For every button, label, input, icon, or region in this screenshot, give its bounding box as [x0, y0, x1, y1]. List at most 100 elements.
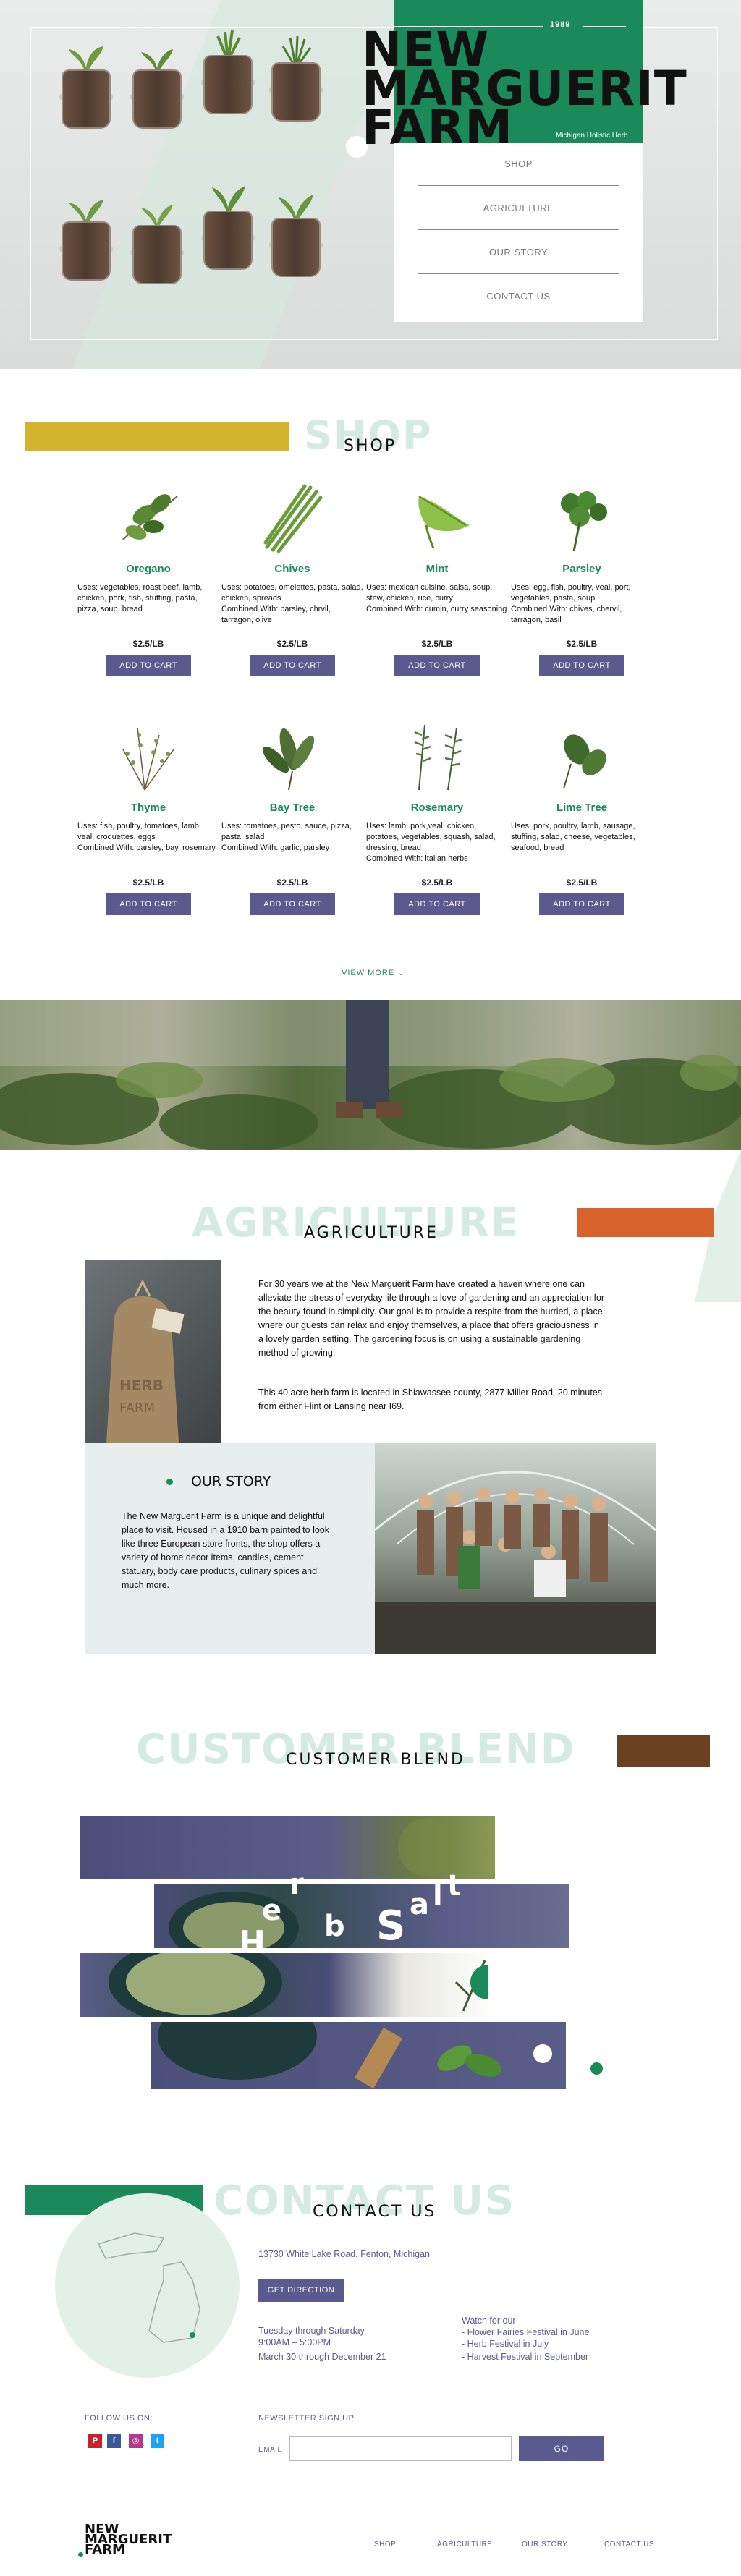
blend-letter: a — [410, 1888, 429, 1921]
svg-text:FARM: FARM — [119, 1400, 155, 1416]
herb-jar-image — [130, 43, 184, 129]
farm-team-photo — [375, 1443, 656, 1654]
nav-shop[interactable]: SHOP — [418, 158, 619, 186]
footer-link-contact-us[interactable]: CONTACT US — [604, 2541, 654, 2549]
herb-jar-image — [130, 199, 184, 284]
footer-link-agriculture[interactable]: AGRICULTURE — [437, 2541, 492, 2549]
blend-letter: S — [376, 1903, 406, 1950]
blend-letter: t — [447, 1869, 462, 1903]
product-price: $2.5/LB — [566, 877, 598, 888]
section-title: CUSTOMER BLEND — [286, 1751, 465, 1769]
product-name[interactable]: Rosemary — [366, 802, 508, 814]
footer-link-shop[interactable]: SHOP — [374, 2541, 396, 2549]
our-story-box: OUR STORY The New Marguerit Farm is a un… — [85, 1443, 375, 1654]
product-price: $2.5/LB — [421, 877, 453, 888]
accent-bar — [617, 1735, 710, 1767]
founded-year: 1989 — [550, 20, 571, 29]
chevron-down-icon: ⌄ — [397, 969, 405, 977]
product-name[interactable]: Thyme — [77, 802, 219, 814]
add-to-cart-button[interactable]: ADD TO CART — [250, 893, 335, 915]
decorative-circle — [470, 1965, 505, 1999]
herb-jar-image — [269, 192, 323, 277]
nav-contact-us[interactable]: CONTACT US — [418, 291, 619, 318]
our-story-text: The New Marguerit Farm is a unique and d… — [122, 1511, 329, 1590]
herb-jar-image — [59, 195, 113, 281]
accent-bar — [25, 422, 289, 451]
blend-image-strip — [80, 1816, 495, 1879]
burlap-bag-image: HERB FARM — [85, 1260, 221, 1443]
add-to-cart-button[interactable]: ADD TO CART — [106, 655, 191, 676]
product-price: $2.5/LB — [421, 639, 453, 649]
agriculture-paragraph: For 30 years we at the New Marguerit Far… — [258, 1279, 605, 1358]
farm-field-photo — [0, 1000, 741, 1150]
lime-tree-image — [511, 716, 653, 797]
add-to-cart-button[interactable]: ADD TO CART — [539, 893, 624, 915]
product-name[interactable]: Oregano — [77, 563, 219, 575]
parsley-image — [511, 477, 653, 558]
product-uses: Uses: mexican cuisine, salsa, soup, stew… — [366, 583, 507, 613]
product-name[interactable]: Mint — [366, 563, 508, 575]
bay-tree-image — [221, 716, 363, 797]
product-uses: Uses: pork, poultry, lamb, sausage, stuf… — [511, 822, 635, 852]
product-price: $2.5/LB — [132, 639, 164, 649]
product-uses: Uses: egg, fish, poultry, veal, port, ve… — [511, 583, 631, 624]
add-to-cart-button[interactable]: ADD TO CART — [539, 655, 624, 676]
accent-bar — [577, 1208, 714, 1237]
email-input[interactable] — [289, 2436, 512, 2461]
product-price: $2.5/LB — [276, 639, 308, 649]
event-item: - Flower Fairies Festival in June — [462, 2327, 590, 2337]
blend-image-strip — [154, 1884, 569, 1948]
herb-jar-image — [269, 36, 323, 122]
add-to-cart-button[interactable]: ADD TO CART — [394, 893, 480, 915]
facebook-icon[interactable]: f — [107, 2434, 121, 2448]
product-name[interactable]: Parsley — [511, 563, 653, 575]
product-name[interactable]: Lime Tree — [511, 802, 653, 814]
product-card: Thyme Uses: fish, poultry, tomatoes, lam… — [77, 716, 219, 915]
view-more-label: VIEW MORE — [342, 969, 395, 977]
go-button[interactable]: GO — [519, 2436, 604, 2461]
herb-jar-image — [201, 29, 255, 114]
add-to-cart-button[interactable]: ADD TO CART — [394, 655, 480, 676]
product-card: Lime Tree Uses: pork, poultry, lamb, sau… — [511, 716, 653, 915]
footer-logo[interactable]: NEW MARGUERIT FARM — [85, 2523, 172, 2556]
michigan-map-icon — [97, 2232, 200, 2343]
product-card: Bay Tree Uses: tomatoes, pesto, sauce, p… — [221, 716, 363, 915]
svg-text:HERB: HERB — [119, 1377, 164, 1394]
add-to-cart-button[interactable]: ADD TO CART — [250, 655, 335, 676]
section-title: AGRICULTURE — [304, 1224, 439, 1242]
nav-agriculture[interactable]: AGRICULTURE — [418, 203, 619, 230]
section-title: SHOP — [344, 437, 397, 455]
view-more-link[interactable]: VIEW MORE ⌄ — [342, 968, 405, 977]
product-uses: Uses: lamb, pork,veal, chicken, potatoes… — [366, 822, 496, 863]
product-card: Mint Uses: mexican cuisine, salsa, soup,… — [366, 477, 508, 676]
blend-letter: l — [433, 1879, 443, 1913]
main-nav: SHOP AGRICULTURE OUR STORY CONTACT US — [394, 143, 643, 322]
logo[interactable]: NEW MARGUERIT FARM — [362, 26, 687, 152]
get-direction-button[interactable]: GET DIRECTION — [258, 2279, 344, 2302]
product-name[interactable]: Bay Tree — [221, 802, 363, 814]
address: 13730 White Lake Road, Fenton, Michigan — [258, 2249, 430, 2259]
tagline: Michigan Holistic Herb — [556, 132, 628, 140]
instagram-icon[interactable]: ◎ — [129, 2434, 143, 2448]
product-name[interactable]: Chives — [221, 563, 363, 575]
product-price: $2.5/LB — [566, 639, 598, 649]
product-uses: Uses: potatoes, omelettes, pasta, salad,… — [221, 583, 363, 624]
hero-section: 1989 NEW MARGUERIT FARM Michigan Holisti… — [0, 0, 741, 369]
product-card: Oregano Uses: vegetables, roast beef, la… — [77, 477, 219, 676]
rosemary-image — [366, 716, 508, 797]
event-item: - Herb Festival in July — [462, 2339, 549, 2349]
footer-link-our-story[interactable]: OUR STORY — [522, 2541, 568, 2549]
blend-image-strip — [151, 2022, 566, 2089]
blend-letter: e — [262, 1894, 282, 1927]
herb-jar-image — [59, 43, 113, 129]
nav-our-story[interactable]: OUR STORY — [418, 247, 619, 274]
pinterest-icon[interactable]: P — [88, 2434, 102, 2448]
twitter-icon[interactable]: t — [151, 2434, 164, 2448]
oregano-image — [77, 477, 219, 558]
chives-image — [221, 477, 363, 558]
email-label: EMAIL — [258, 2446, 282, 2454]
event-item: - Harvest Festival in September — [462, 2352, 589, 2362]
product-price: $2.5/LB — [132, 877, 164, 888]
bullet-dot — [166, 1479, 173, 1485]
add-to-cart-button[interactable]: ADD TO CART — [106, 893, 191, 915]
